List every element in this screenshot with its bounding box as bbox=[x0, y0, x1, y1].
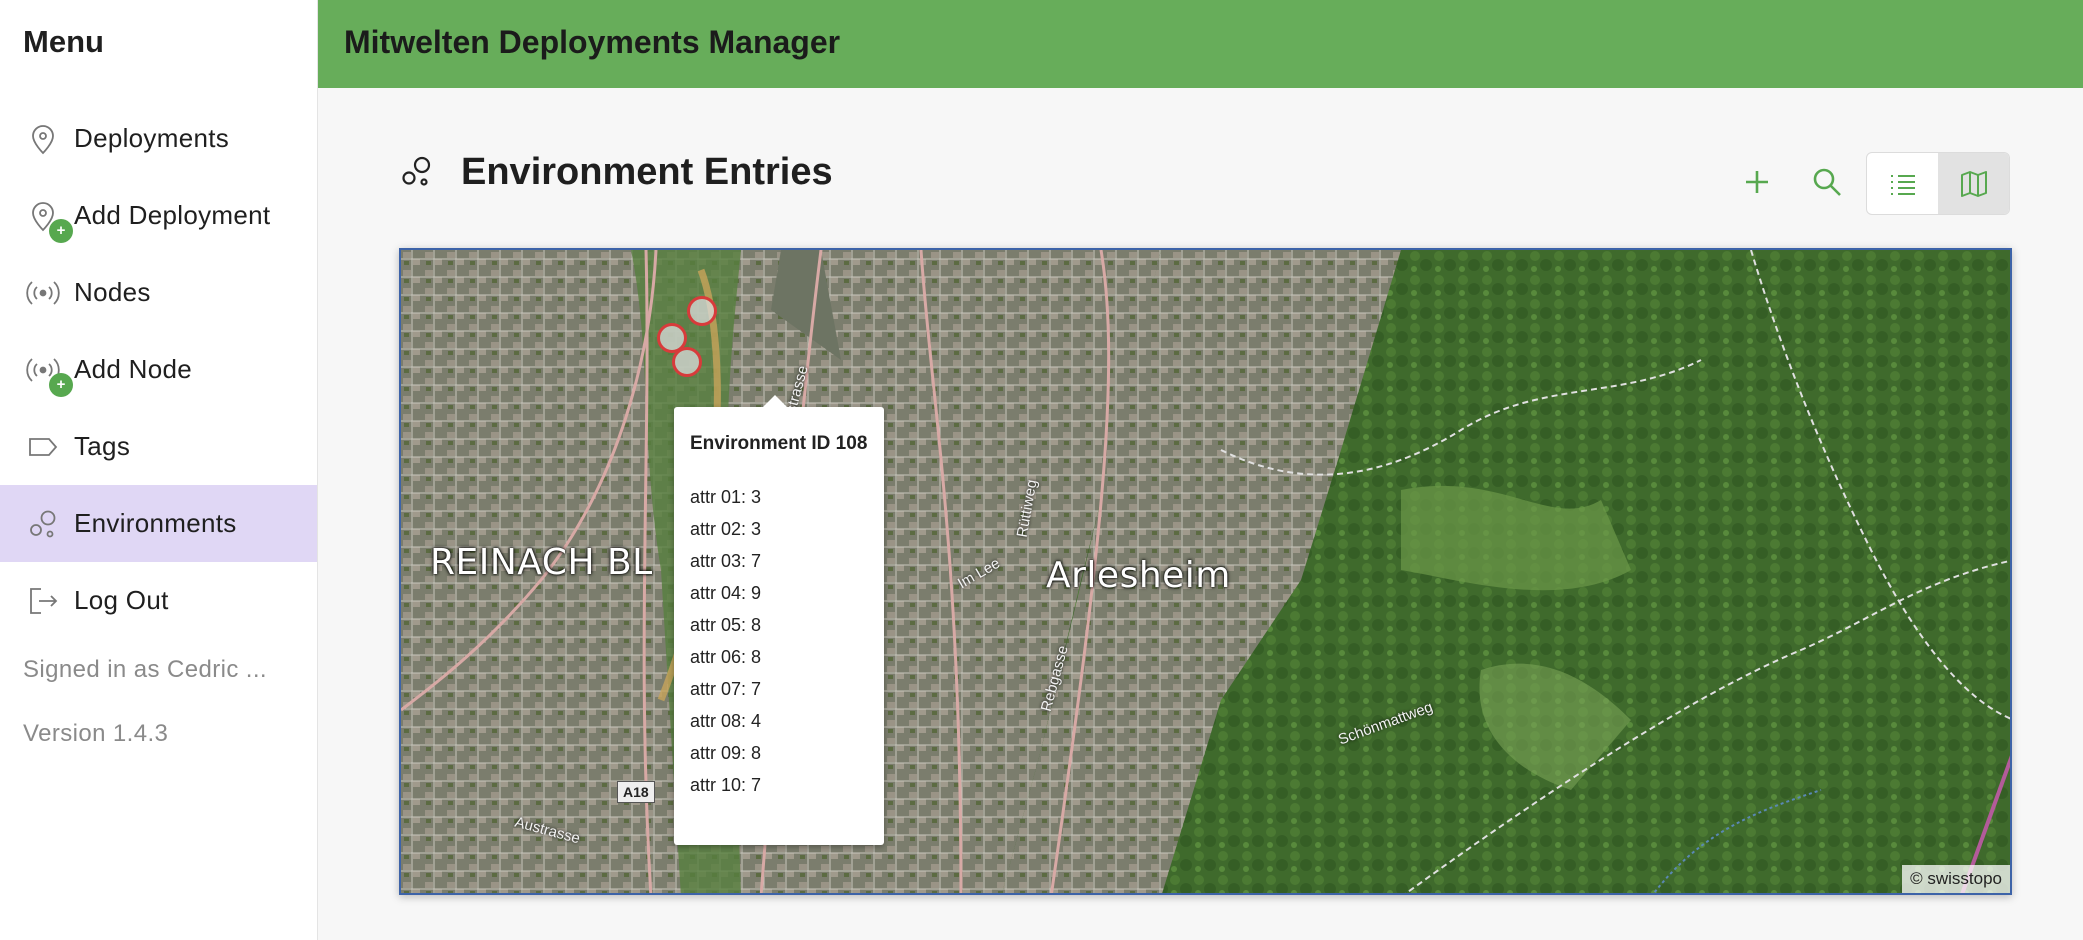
search-icon bbox=[1813, 168, 1841, 196]
sidebar-item-label: Add Deployment bbox=[74, 200, 271, 230]
sidebar-item-label: Environments bbox=[74, 508, 237, 538]
add-badge-icon: + bbox=[49, 372, 73, 397]
map-pin-icon bbox=[25, 121, 61, 157]
sidebar-item-nodes[interactable]: Nodes bbox=[0, 254, 317, 331]
sidebar-item-deployments[interactable]: Deployments bbox=[0, 100, 317, 177]
place-label: Arlesheim bbox=[1046, 555, 1231, 596]
signed-in-status: Signed in as Cedric ... bbox=[23, 656, 267, 683]
app-title: Mitwelten Deployments Manager bbox=[344, 24, 841, 60]
sidebar: Menu Deployments + Add Deployment Nodes … bbox=[0, 0, 318, 940]
popup-attr: attr 09: 8 bbox=[690, 743, 762, 763]
add-badge-icon: + bbox=[49, 218, 73, 243]
map-view[interactable]: Talstrasse Im Lee Rüttiweg Rebgasse Schö… bbox=[399, 248, 2012, 895]
popup-attr: attr 10: 7 bbox=[690, 775, 762, 795]
map-marker[interactable] bbox=[672, 347, 702, 377]
map-attribution: © swisstopo bbox=[1902, 865, 2010, 893]
bubbles-icon bbox=[25, 506, 61, 542]
broadcast-icon bbox=[25, 275, 61, 311]
popup-attr: attr 06: 8 bbox=[690, 647, 762, 667]
popup-attr: attr 05: 8 bbox=[690, 615, 762, 635]
search-button[interactable] bbox=[1797, 152, 1857, 212]
add-icon bbox=[1746, 171, 1768, 193]
page-title: Environment Entries bbox=[461, 151, 833, 193]
popup-attr: attr 03: 7 bbox=[690, 551, 762, 571]
popup-attr: attr 04: 9 bbox=[690, 583, 762, 603]
map-marker[interactable] bbox=[687, 296, 717, 326]
sidebar-item-label: Add Node bbox=[74, 354, 193, 384]
menu-title: Menu bbox=[23, 24, 104, 59]
add-entry-button[interactable] bbox=[1727, 152, 1787, 212]
sidebar-item-label: Nodes bbox=[74, 277, 151, 307]
sidebar-item-tags[interactable]: Tags bbox=[0, 408, 317, 485]
bubbles-icon bbox=[399, 153, 435, 189]
place-label: REINACH BL bbox=[430, 542, 653, 583]
sidebar-item-log-out[interactable]: Log Out bbox=[0, 562, 317, 639]
route-badge: A18 bbox=[617, 781, 655, 803]
sidebar-item-label: Log Out bbox=[74, 585, 169, 615]
app-header: Mitwelten Deployments Manager bbox=[318, 0, 2083, 88]
sidebar-item-add-node[interactable]: + Add Node bbox=[0, 331, 317, 408]
tag-icon bbox=[25, 429, 61, 465]
map-view-icon bbox=[1960, 170, 1987, 197]
map-view-button[interactable] bbox=[1938, 153, 2009, 214]
map-pin-add-icon: + bbox=[25, 198, 73, 243]
sidebar-item-label: Tags bbox=[74, 431, 131, 461]
popup-attr: attr 01: 3 bbox=[690, 487, 762, 507]
popup-attr: attr 02: 3 bbox=[690, 519, 762, 539]
popup-attr: attr 07: 7 bbox=[690, 679, 762, 699]
marker-popup: Environment ID 108 attr 01: 3 attr 02: 3… bbox=[674, 395, 884, 845]
list-view-icon bbox=[1890, 174, 1915, 195]
list-view-button[interactable] bbox=[1867, 153, 1938, 214]
broadcast-add-icon: + bbox=[25, 352, 73, 397]
app-version: Version 1.4.3 bbox=[23, 720, 169, 747]
sidebar-item-environments[interactable]: Environments bbox=[0, 485, 317, 562]
view-mode-toggle bbox=[1866, 152, 2010, 215]
logout-icon bbox=[25, 583, 61, 619]
sidebar-item-add-deployment[interactable]: + Add Deployment bbox=[0, 177, 317, 254]
sidebar-item-label: Deployments bbox=[74, 123, 230, 153]
popup-title: Environment ID 108 bbox=[690, 433, 868, 454]
popup-attr: attr 08: 4 bbox=[690, 711, 762, 731]
